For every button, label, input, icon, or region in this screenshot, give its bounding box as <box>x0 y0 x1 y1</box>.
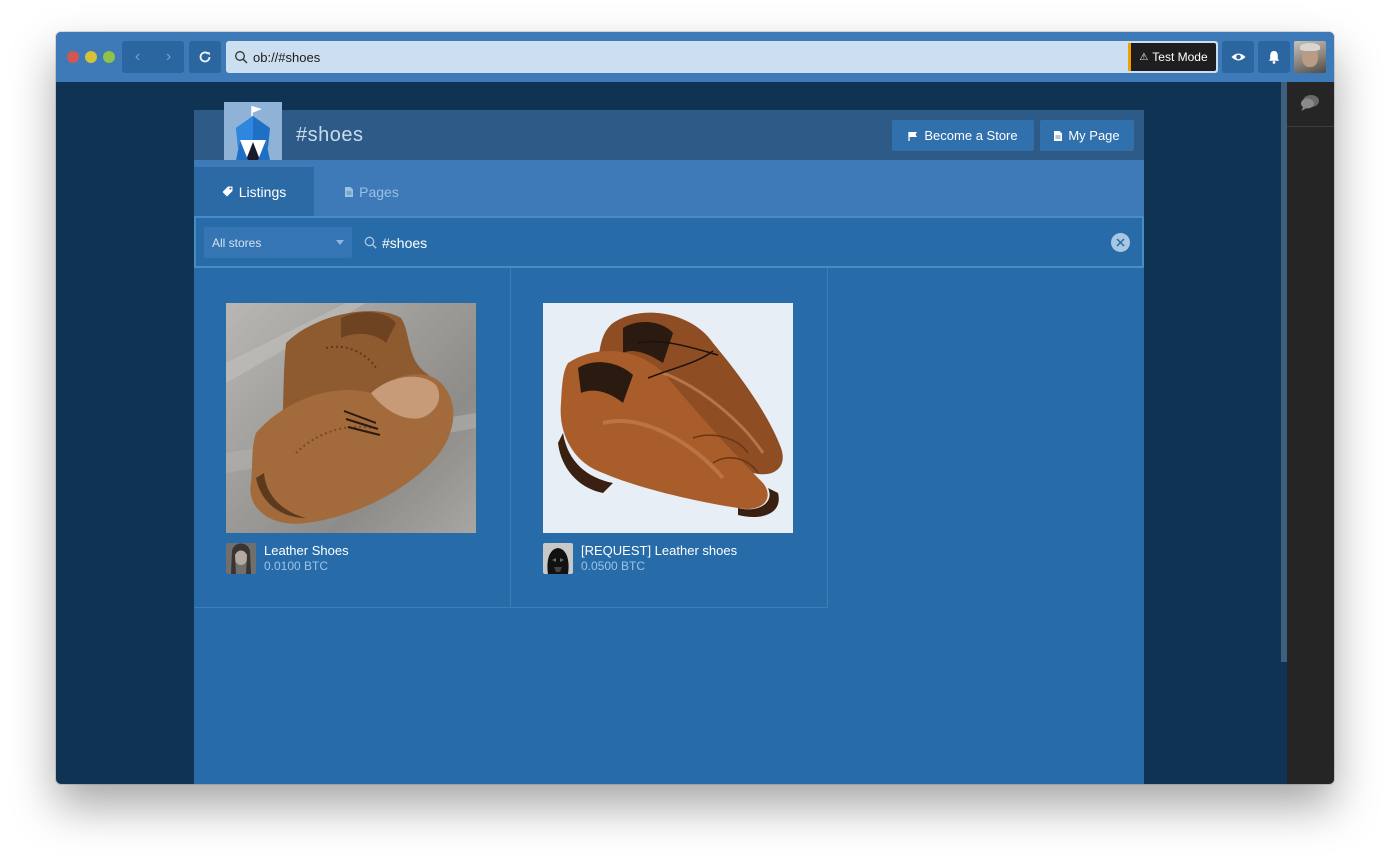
flag-icon <box>908 131 918 141</box>
page-icon <box>345 186 354 197</box>
document-icon <box>1054 130 1063 141</box>
notifications-button[interactable] <box>1258 41 1290 73</box>
seller-portrait-image <box>226 543 256 574</box>
forward-arrow-icon[interactable]: › <box>153 48 184 66</box>
chat-bubble-icon[interactable] <box>1300 94 1320 112</box>
listing-image[interactable] <box>543 303 793 533</box>
listing-card[interactable]: Leather Shoes 0.0100 BTC <box>194 268 511 608</box>
caret-down-icon <box>336 240 344 245</box>
app-window: ‹ › ⚠ Test Mode <box>56 32 1334 784</box>
listing-image[interactable] <box>226 303 476 533</box>
listing-card[interactable]: [REQUEST] Leather shoes 0.0500 BTC <box>511 268 828 608</box>
seller-helmet-image <box>543 543 573 574</box>
store-logo[interactable] <box>224 102 282 160</box>
seller-avatar[interactable] <box>226 543 256 574</box>
tag-icon <box>222 186 233 197</box>
refresh-button[interactable] <box>189 41 221 73</box>
search-input[interactable] <box>382 232 1082 254</box>
tab-listings-label: Listings <box>238 183 287 200</box>
eye-icon <box>1231 53 1245 61</box>
browser-toolbar: ‹ › ⚠ Test Mode <box>56 32 1334 82</box>
tab-bar: Listings Pages <box>194 160 1144 216</box>
listing-price: 0.0500 BTC <box>581 559 646 573</box>
address-input[interactable] <box>253 49 1113 65</box>
avatar-hair <box>1300 43 1320 51</box>
history-nav: ‹ › <box>122 41 184 73</box>
maximize-window-button[interactable] <box>103 51 115 63</box>
seller-avatar[interactable] <box>543 543 573 574</box>
listing-title[interactable]: Leather Shoes <box>264 543 349 558</box>
search-results-panel: #shoes Become a Store My Page Listings P… <box>194 102 1144 784</box>
my-page-label: My Page <box>1068 128 1120 143</box>
become-store-label: Become a Store <box>924 128 1018 143</box>
my-page-button[interactable]: My Page <box>1040 120 1134 151</box>
close-window-button[interactable] <box>67 51 79 63</box>
user-avatar[interactable] <box>1294 41 1326 73</box>
refresh-icon <box>199 51 211 63</box>
page-title: #shoes <box>296 124 364 146</box>
store-filter-value: All stores <box>212 235 262 250</box>
test-mode-badge[interactable]: ⚠ Test Mode <box>1128 43 1216 71</box>
become-store-button[interactable]: Become a Store <box>892 120 1034 151</box>
tab-pages[interactable]: Pages <box>314 167 430 216</box>
address-bar[interactable]: ⚠ Test Mode <box>226 41 1218 73</box>
visibility-button[interactable] <box>1222 41 1254 73</box>
chat-sidebar <box>1287 82 1334 784</box>
derby-shoes-image <box>558 312 783 517</box>
listings-grid: Leather Shoes 0.0100 BTC [REQUEST] Leath… <box>194 268 1144 608</box>
search-icon <box>364 236 377 249</box>
minimize-window-button[interactable] <box>85 51 97 63</box>
clear-search-button[interactable] <box>1111 233 1130 252</box>
close-icon <box>1116 238 1125 247</box>
listing-title[interactable]: [REQUEST] Leather shoes <box>581 543 737 558</box>
tab-listings[interactable]: Listings <box>194 167 314 216</box>
store-filter-select[interactable]: All stores <box>204 227 352 258</box>
search-icon <box>235 51 248 64</box>
search-bar: All stores <box>194 216 1144 268</box>
back-arrow-icon[interactable]: ‹ <box>122 48 153 66</box>
sidebar-divider <box>1287 126 1334 127</box>
tab-pages-label: Pages <box>359 183 399 200</box>
openbazaar-logo-icon <box>224 102 282 160</box>
brogue-shoes-image <box>226 303 476 524</box>
listing-price: 0.0100 BTC <box>264 559 329 573</box>
page-header: #shoes Become a Store My Page <box>194 102 1144 160</box>
warning-icon: ⚠ <box>1139 51 1149 63</box>
bell-icon <box>1268 51 1280 64</box>
test-mode-label: Test Mode <box>1152 50 1208 64</box>
